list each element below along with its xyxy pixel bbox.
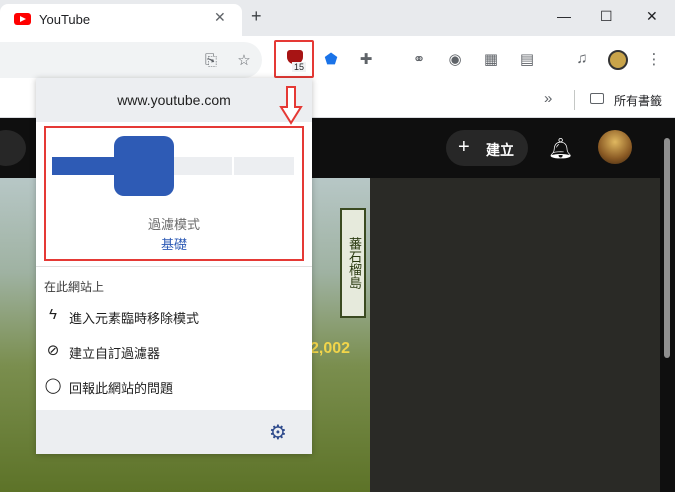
address-bar[interactable]: ⎘ ☆	[0, 42, 262, 78]
artwork-banner-text: 蕃石榴島	[340, 208, 366, 318]
filter-mode-value: 基礎	[160, 237, 187, 252]
chat-bubble-icon: ◯	[44, 377, 62, 394]
extension-popup: www.youtube.com 過濾模式 基礎 在此網站上 ϟ 進入元素臨時移除…	[36, 78, 312, 454]
tab-youtube[interactable]: YouTube ✕	[0, 4, 242, 36]
section-title: 在此網站上	[44, 280, 105, 294]
browser-toolbar: ⎘ ☆ ⬟ ✚ ⚭ ◉ ▦ ▤ ♫ ⋮	[0, 36, 675, 84]
menu-item-label: 進入元素臨時移除模式	[69, 311, 200, 326]
filter-level-segment-4[interactable]	[234, 157, 294, 175]
media-control-icon[interactable]: ♫	[571, 50, 593, 67]
plus-icon: +	[458, 136, 470, 158]
filter-mode-label: 過濾模式	[147, 217, 200, 232]
lightning-icon: ϟ	[49, 306, 57, 323]
menu-item-report-issue[interactable]: ◯ 回報此網站的問題	[44, 374, 304, 400]
tab-close-button[interactable]: ✕	[214, 9, 226, 26]
score-text: 2,002	[310, 340, 351, 357]
filter-level-slider-thumb[interactable]	[114, 136, 174, 196]
tab-strip: YouTube ✕ + — ☐ ✕	[0, 0, 675, 36]
profile-avatar[interactable]	[608, 50, 628, 70]
menu-item-custom-filter[interactable]: ⊘ 建立自訂過濾器	[44, 339, 304, 365]
notifications-bell-icon[interactable]: 🔔︎	[548, 136, 573, 161]
create-button[interactable]: + 建立	[446, 130, 528, 166]
page-scrollbar[interactable]	[664, 138, 670, 358]
shield-extension-icon[interactable]: ⬟	[320, 50, 342, 68]
bookmark-star-icon[interactable]: ☆	[233, 51, 255, 69]
create-label: 建立	[486, 142, 514, 158]
settings-gears-icon[interactable]: ⚙	[269, 420, 287, 445]
install-app-icon[interactable]: ⎘	[200, 52, 222, 69]
popup-footer: ⚙	[36, 410, 312, 454]
all-bookmarks-link[interactable]: 所有書籤	[614, 92, 662, 109]
reading-list-icon[interactable]: ▤	[516, 50, 538, 68]
eye-slash-icon: ⊘	[46, 342, 60, 359]
bookmarks-overflow-button[interactable]: »	[544, 90, 552, 107]
filter-level-segment-1[interactable]	[52, 157, 114, 175]
tab-title: YouTube	[39, 12, 91, 27]
annotation-arrow-icon	[279, 86, 303, 125]
qr-code-icon[interactable]: ▦	[480, 50, 502, 68]
extensions-puzzle-icon[interactable]: ✚	[355, 50, 377, 68]
minimize-button[interactable]: —	[557, 8, 571, 24]
close-window-button[interactable]: ✕	[646, 8, 658, 25]
filter-mode-highlight-frame: 過濾模式 基礎	[44, 126, 304, 261]
popup-domain: www.youtube.com	[36, 78, 312, 122]
menu-item-element-zapper[interactable]: ϟ 進入元素臨時移除模式	[44, 304, 304, 330]
bookmarks-divider	[574, 90, 575, 110]
popup-divider	[36, 266, 312, 267]
account-avatar[interactable]	[598, 130, 632, 164]
new-tab-button[interactable]: +	[251, 6, 262, 27]
filter-level-segment-3[interactable]	[174, 157, 232, 175]
extension-badge-count: 15	[292, 62, 307, 72]
youtube-favicon-icon	[14, 13, 31, 25]
menu-item-label: 回報此網站的問題	[69, 381, 174, 396]
screenshot-icon[interactable]: ◉	[444, 50, 466, 68]
video-side-panel	[370, 178, 660, 492]
maximize-button[interactable]: ☐	[600, 8, 613, 25]
menu-item-label: 建立自訂過濾器	[69, 346, 161, 361]
link-icon[interactable]: ⚭	[408, 50, 430, 68]
folder-icon	[590, 93, 604, 104]
voice-search-button[interactable]	[0, 130, 26, 166]
menu-kebab-icon[interactable]: ⋮	[643, 50, 665, 68]
